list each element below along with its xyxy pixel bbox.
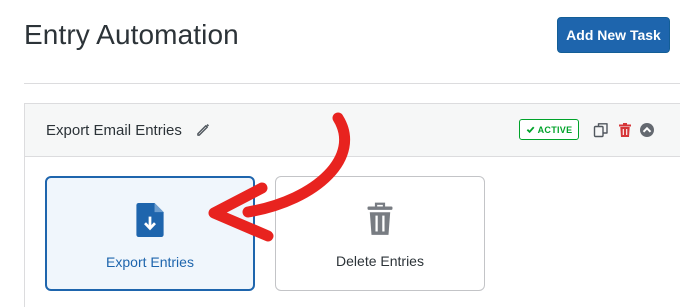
status-badge-label: ACTIVE — [537, 124, 573, 135]
pencil-icon[interactable] — [196, 122, 211, 137]
add-new-task-button[interactable]: Add New Task — [557, 17, 670, 53]
delete-entries-card[interactable]: Delete Entries — [275, 176, 485, 291]
check-icon — [526, 126, 535, 134]
task-header[interactable]: Export Email Entries ACTIVE — [25, 104, 680, 157]
task-panel: Export Email Entries ACTIVE Export Entri… — [24, 103, 680, 307]
delete-entries-label: Delete Entries — [336, 253, 424, 269]
trash-icon[interactable] — [617, 122, 633, 138]
export-entries-card[interactable]: Export Entries — [45, 176, 255, 291]
export-entries-label: Export Entries — [106, 254, 194, 270]
divider — [24, 83, 680, 84]
trash-icon — [367, 202, 393, 235]
collapse-icon[interactable] — [639, 122, 655, 138]
duplicate-icon[interactable] — [593, 122, 609, 138]
page: Entry Automation Add New Task Export Ema… — [0, 0, 680, 307]
page-title: Entry Automation — [24, 19, 239, 50]
task-name: Export Email Entries — [46, 122, 182, 139]
status-badge: ACTIVE — [519, 119, 579, 140]
file-download-icon — [136, 203, 164, 237]
